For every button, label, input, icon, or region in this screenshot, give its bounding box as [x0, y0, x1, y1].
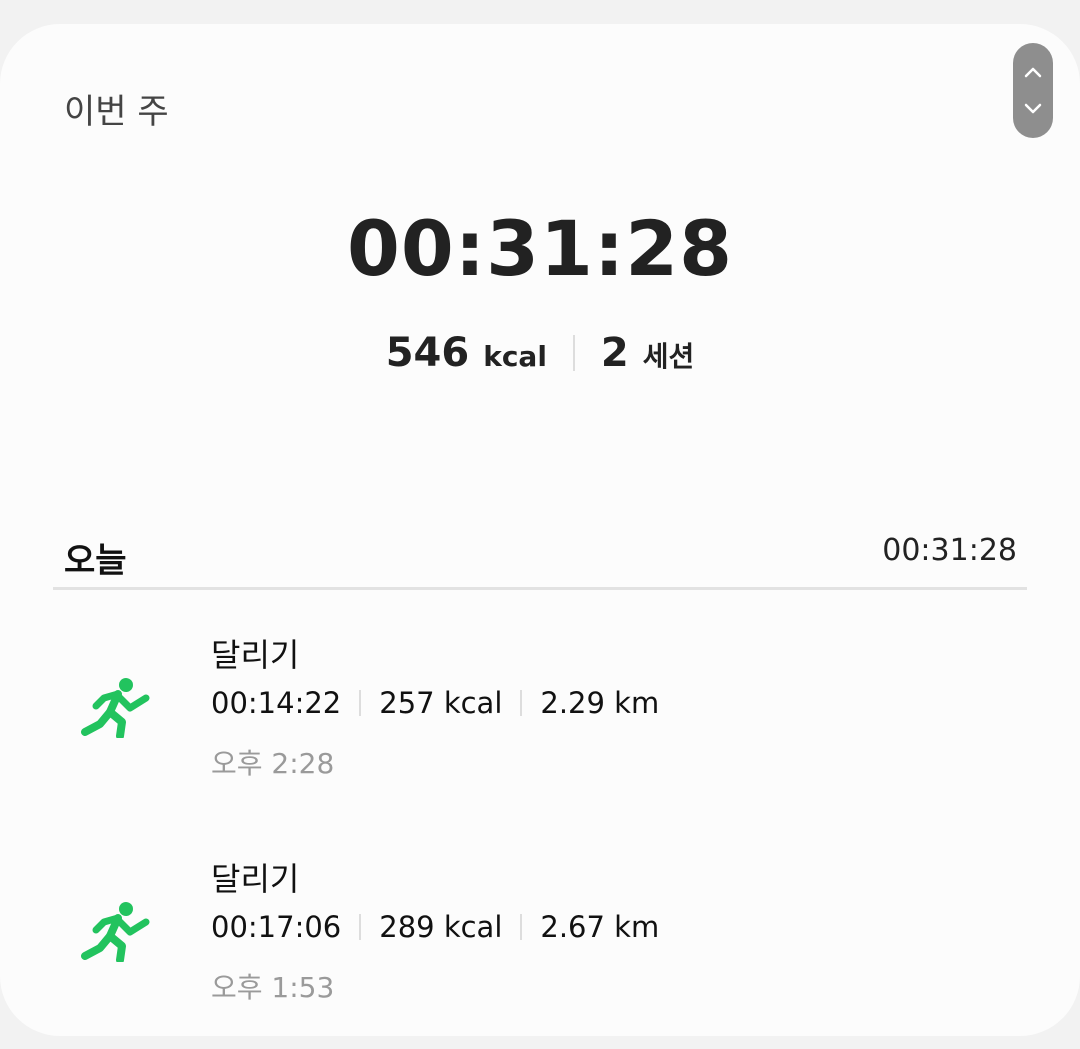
session-item[interactable]: 달리기 00:17:06 289 kcal 2.67 km 오후 1:53 — [0, 854, 1080, 1036]
session-calories: 257 kcal — [379, 686, 503, 720]
stat-divider — [572, 335, 575, 371]
sessions-stat: 2 세션 — [601, 330, 694, 376]
session-name: 달리기 — [211, 860, 300, 898]
calories-unit: kcal — [483, 340, 547, 373]
session-duration: 00:17:06 — [211, 910, 342, 944]
running-icon — [81, 678, 150, 738]
stat-divider — [520, 690, 523, 716]
sessions-unit: 세션 — [642, 340, 695, 373]
weekly-stats: 546 kcal 2 세션 — [0, 330, 1080, 376]
calories-stat: 546 kcal — [386, 330, 547, 376]
period-label: 이번 주 — [64, 92, 169, 132]
session-duration: 00:14:22 — [211, 686, 342, 720]
sessions-value: 2 — [600, 330, 629, 376]
scroll-control[interactable] — [1013, 43, 1053, 138]
today-label: 오늘 — [64, 541, 127, 581]
session-start-time: 오후 2:28 — [211, 747, 335, 780]
weekly-total-time: 00:31:28 — [346, 204, 734, 293]
stat-divider — [359, 914, 362, 940]
session-calories: 289 kcal — [379, 910, 503, 944]
session-stats: 00:14:22 257 kcal 2.29 km — [211, 686, 659, 720]
session-distance: 2.29 km — [540, 686, 660, 720]
session-distance: 2.67 km — [540, 910, 660, 944]
stat-divider — [359, 690, 362, 716]
running-icon — [81, 902, 150, 962]
session-start-time: 오후 1:53 — [211, 971, 335, 1004]
weekly-summary-card: 이번 주 00:31:28 546 kcal 2 세션 오늘 00:31:28 — [0, 24, 1080, 1036]
calories-value: 546 — [385, 330, 470, 376]
session-item[interactable]: 달리기 00:14:22 257 kcal 2.29 km 오후 2:28 — [0, 630, 1080, 820]
today-total-time: 00:31:28 — [882, 533, 1017, 568]
chevron-down-icon[interactable] — [1023, 102, 1043, 116]
chevron-up-icon[interactable] — [1023, 65, 1043, 79]
session-stats: 00:17:06 289 kcal 2.67 km — [211, 910, 659, 944]
today-header: 오늘 00:31:28 — [53, 529, 1027, 590]
session-name: 달리기 — [211, 636, 300, 674]
stat-divider — [520, 914, 523, 940]
